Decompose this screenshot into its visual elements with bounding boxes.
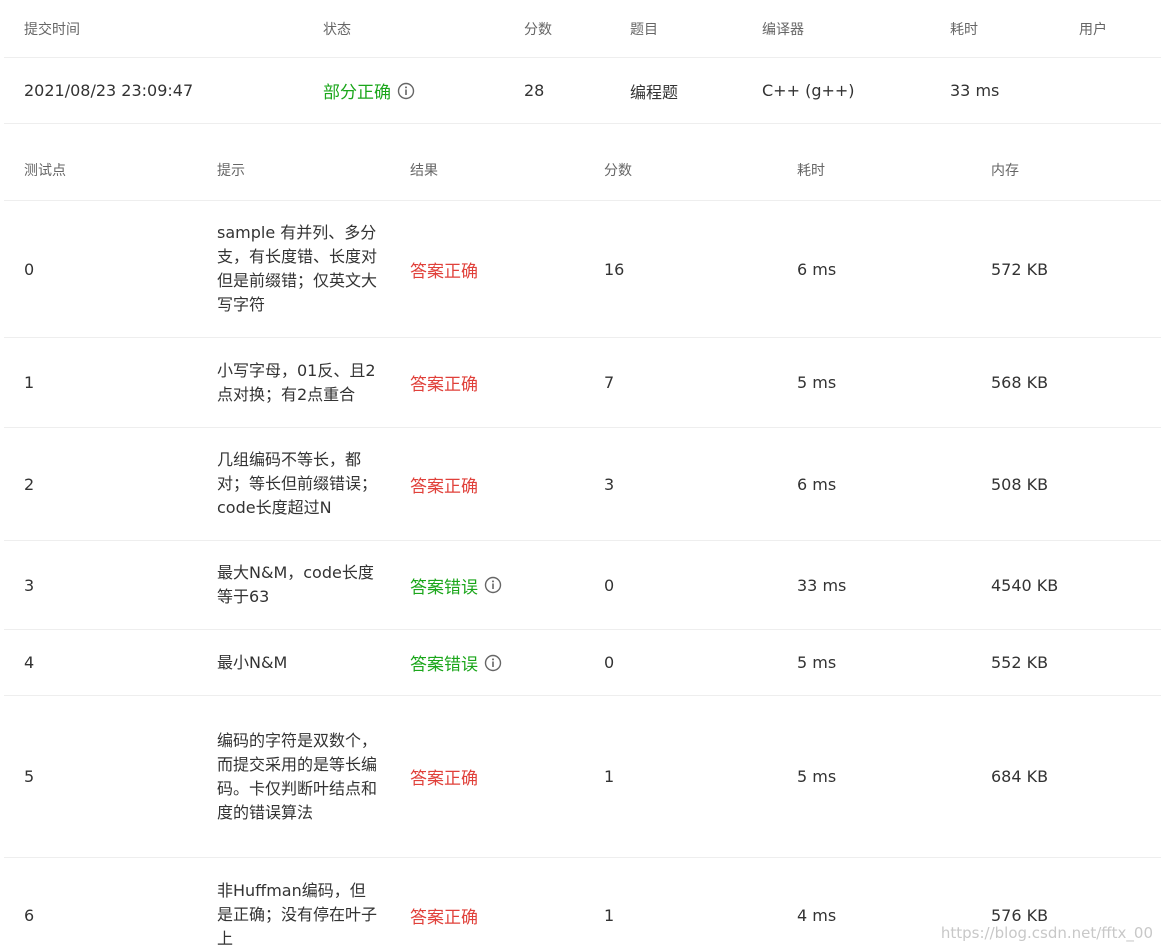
header-time: 耗时	[950, 21, 978, 38]
case-memory: 508 KB	[991, 474, 1049, 494]
case-id: 6	[24, 905, 35, 925]
header-compiler: 编译器	[762, 21, 804, 38]
case-memory: 572 KB	[991, 259, 1049, 279]
header-status: 状态	[323, 21, 351, 38]
header-score: 分数	[524, 21, 552, 38]
case-time: 5 ms	[797, 767, 837, 786]
case-result[interactable]: 答案错误	[410, 650, 478, 675]
case-id: 4	[24, 653, 35, 672]
table-row: 2 几组编码不等长，都对；等长但前缀错误；code长度超过N 答案正确 3 6 …	[4, 428, 1161, 541]
case-result: 答案正确	[410, 375, 478, 395]
case-time: 4 ms	[797, 905, 837, 925]
submission-summary: 提交时间 状态 分数 题目 编译器 耗时 用户 2021/08/23 23:09…	[4, 0, 1161, 124]
case-score: 1	[604, 905, 615, 925]
submit-time: 2021/08/23 23:09:47	[24, 81, 194, 100]
status-cell: 部分正确	[323, 58, 415, 123]
cases-header-row: 测试点 提示 结果 分数 耗时 内存	[4, 140, 1161, 201]
case-score: 1	[604, 767, 615, 786]
case-score: 16	[604, 259, 625, 279]
compiler-value: C++ (g++)	[762, 81, 855, 100]
case-time: 6 ms	[797, 259, 837, 279]
case-score: 0	[604, 653, 615, 672]
table-row: 5 编码的字符是双数个，而提交采用的是等长编码。卡仅判断叶结点和度的错误算法 答…	[4, 696, 1161, 858]
case-hint: 小写字母，01反、且2点对换；有2点重合	[217, 360, 376, 404]
case-hint: 最小N&M	[217, 652, 288, 672]
test-cases-table: 测试点 提示 结果 分数 耗时 内存 0 sample 有并列、多分支，有长度错…	[4, 140, 1161, 950]
time-value: 33 ms	[950, 81, 1000, 100]
case-hint: 非Huffman编码，但是正确；没有停在叶子上	[217, 881, 378, 948]
case-id: 0	[24, 259, 35, 279]
case-score: 7	[604, 373, 615, 392]
header-memory: 内存	[991, 163, 1019, 179]
case-id: 5	[24, 767, 35, 786]
case-time: 5 ms	[797, 653, 837, 672]
table-row: 0 sample 有并列、多分支，有长度错、长度对但是前缀错；仅英文大写字符 答…	[4, 201, 1161, 338]
header-user: 用户	[1079, 21, 1107, 38]
score-value: 28	[524, 81, 545, 100]
table-row: 4 最小N&M 答案错误 0 5 ms 552 KB	[4, 630, 1161, 696]
case-score: 0	[604, 575, 615, 595]
case-id: 2	[24, 474, 35, 494]
case-score: 3	[604, 474, 615, 494]
case-memory: 4540 KB	[991, 575, 1059, 595]
case-result: 答案正确	[410, 907, 478, 928]
header-result: 结果	[410, 163, 438, 179]
case-result: 答案正确	[410, 476, 478, 497]
case-memory: 684 KB	[991, 767, 1049, 786]
header-submit-time: 提交时间	[24, 21, 80, 38]
info-icon[interactable]	[484, 654, 502, 672]
watermark: https://blog.csdn.net/fftx_00	[940, 924, 1153, 942]
table-row: 3 最大N&M，code长度等于63 答案错误 0 33 ms 4540 KB	[4, 541, 1161, 630]
case-time: 6 ms	[797, 474, 837, 494]
case-time: 5 ms	[797, 373, 837, 392]
case-hint: 编码的字符是双数个，而提交采用的是等长编码。卡仅判断叶结点和度的错误算法	[217, 730, 378, 822]
header-problem: 题目	[630, 21, 658, 38]
header-case-score: 分数	[604, 163, 632, 179]
info-icon[interactable]	[397, 82, 415, 100]
case-id: 3	[24, 575, 35, 595]
header-case-id: 测试点	[24, 163, 66, 179]
case-result[interactable]: 答案错误	[410, 573, 478, 598]
header-case-time: 耗时	[797, 163, 825, 179]
problem-link[interactable]: 编程题	[630, 58, 678, 123]
case-result: 答案正确	[410, 261, 478, 282]
case-id: 1	[24, 373, 35, 392]
case-memory: 568 KB	[991, 373, 1049, 392]
case-memory: 552 KB	[991, 653, 1049, 672]
header-hint: 提示	[217, 163, 245, 179]
status-text[interactable]: 部分正确	[323, 78, 391, 103]
info-icon[interactable]	[484, 576, 502, 594]
summary-data-row: 2021/08/23 23:09:47 部分正确 28 编程题 C++ (g++…	[4, 58, 1161, 124]
case-hint: 最大N&M，code长度等于63	[217, 563, 374, 606]
case-result: 答案正确	[410, 769, 478, 789]
case-time: 33 ms	[797, 575, 847, 595]
case-hint: 几组编码不等长，都对；等长但前缀错误；code长度超过N	[217, 450, 378, 517]
summary-header-row: 提交时间 状态 分数 题目 编译器 耗时 用户	[4, 0, 1161, 58]
table-row: 1 小写字母，01反、且2点对换；有2点重合 答案正确 7 5 ms 568 K…	[4, 338, 1161, 428]
case-hint: sample 有并列、多分支，有长度错、长度对但是前缀错；仅英文大写字符	[217, 223, 378, 314]
